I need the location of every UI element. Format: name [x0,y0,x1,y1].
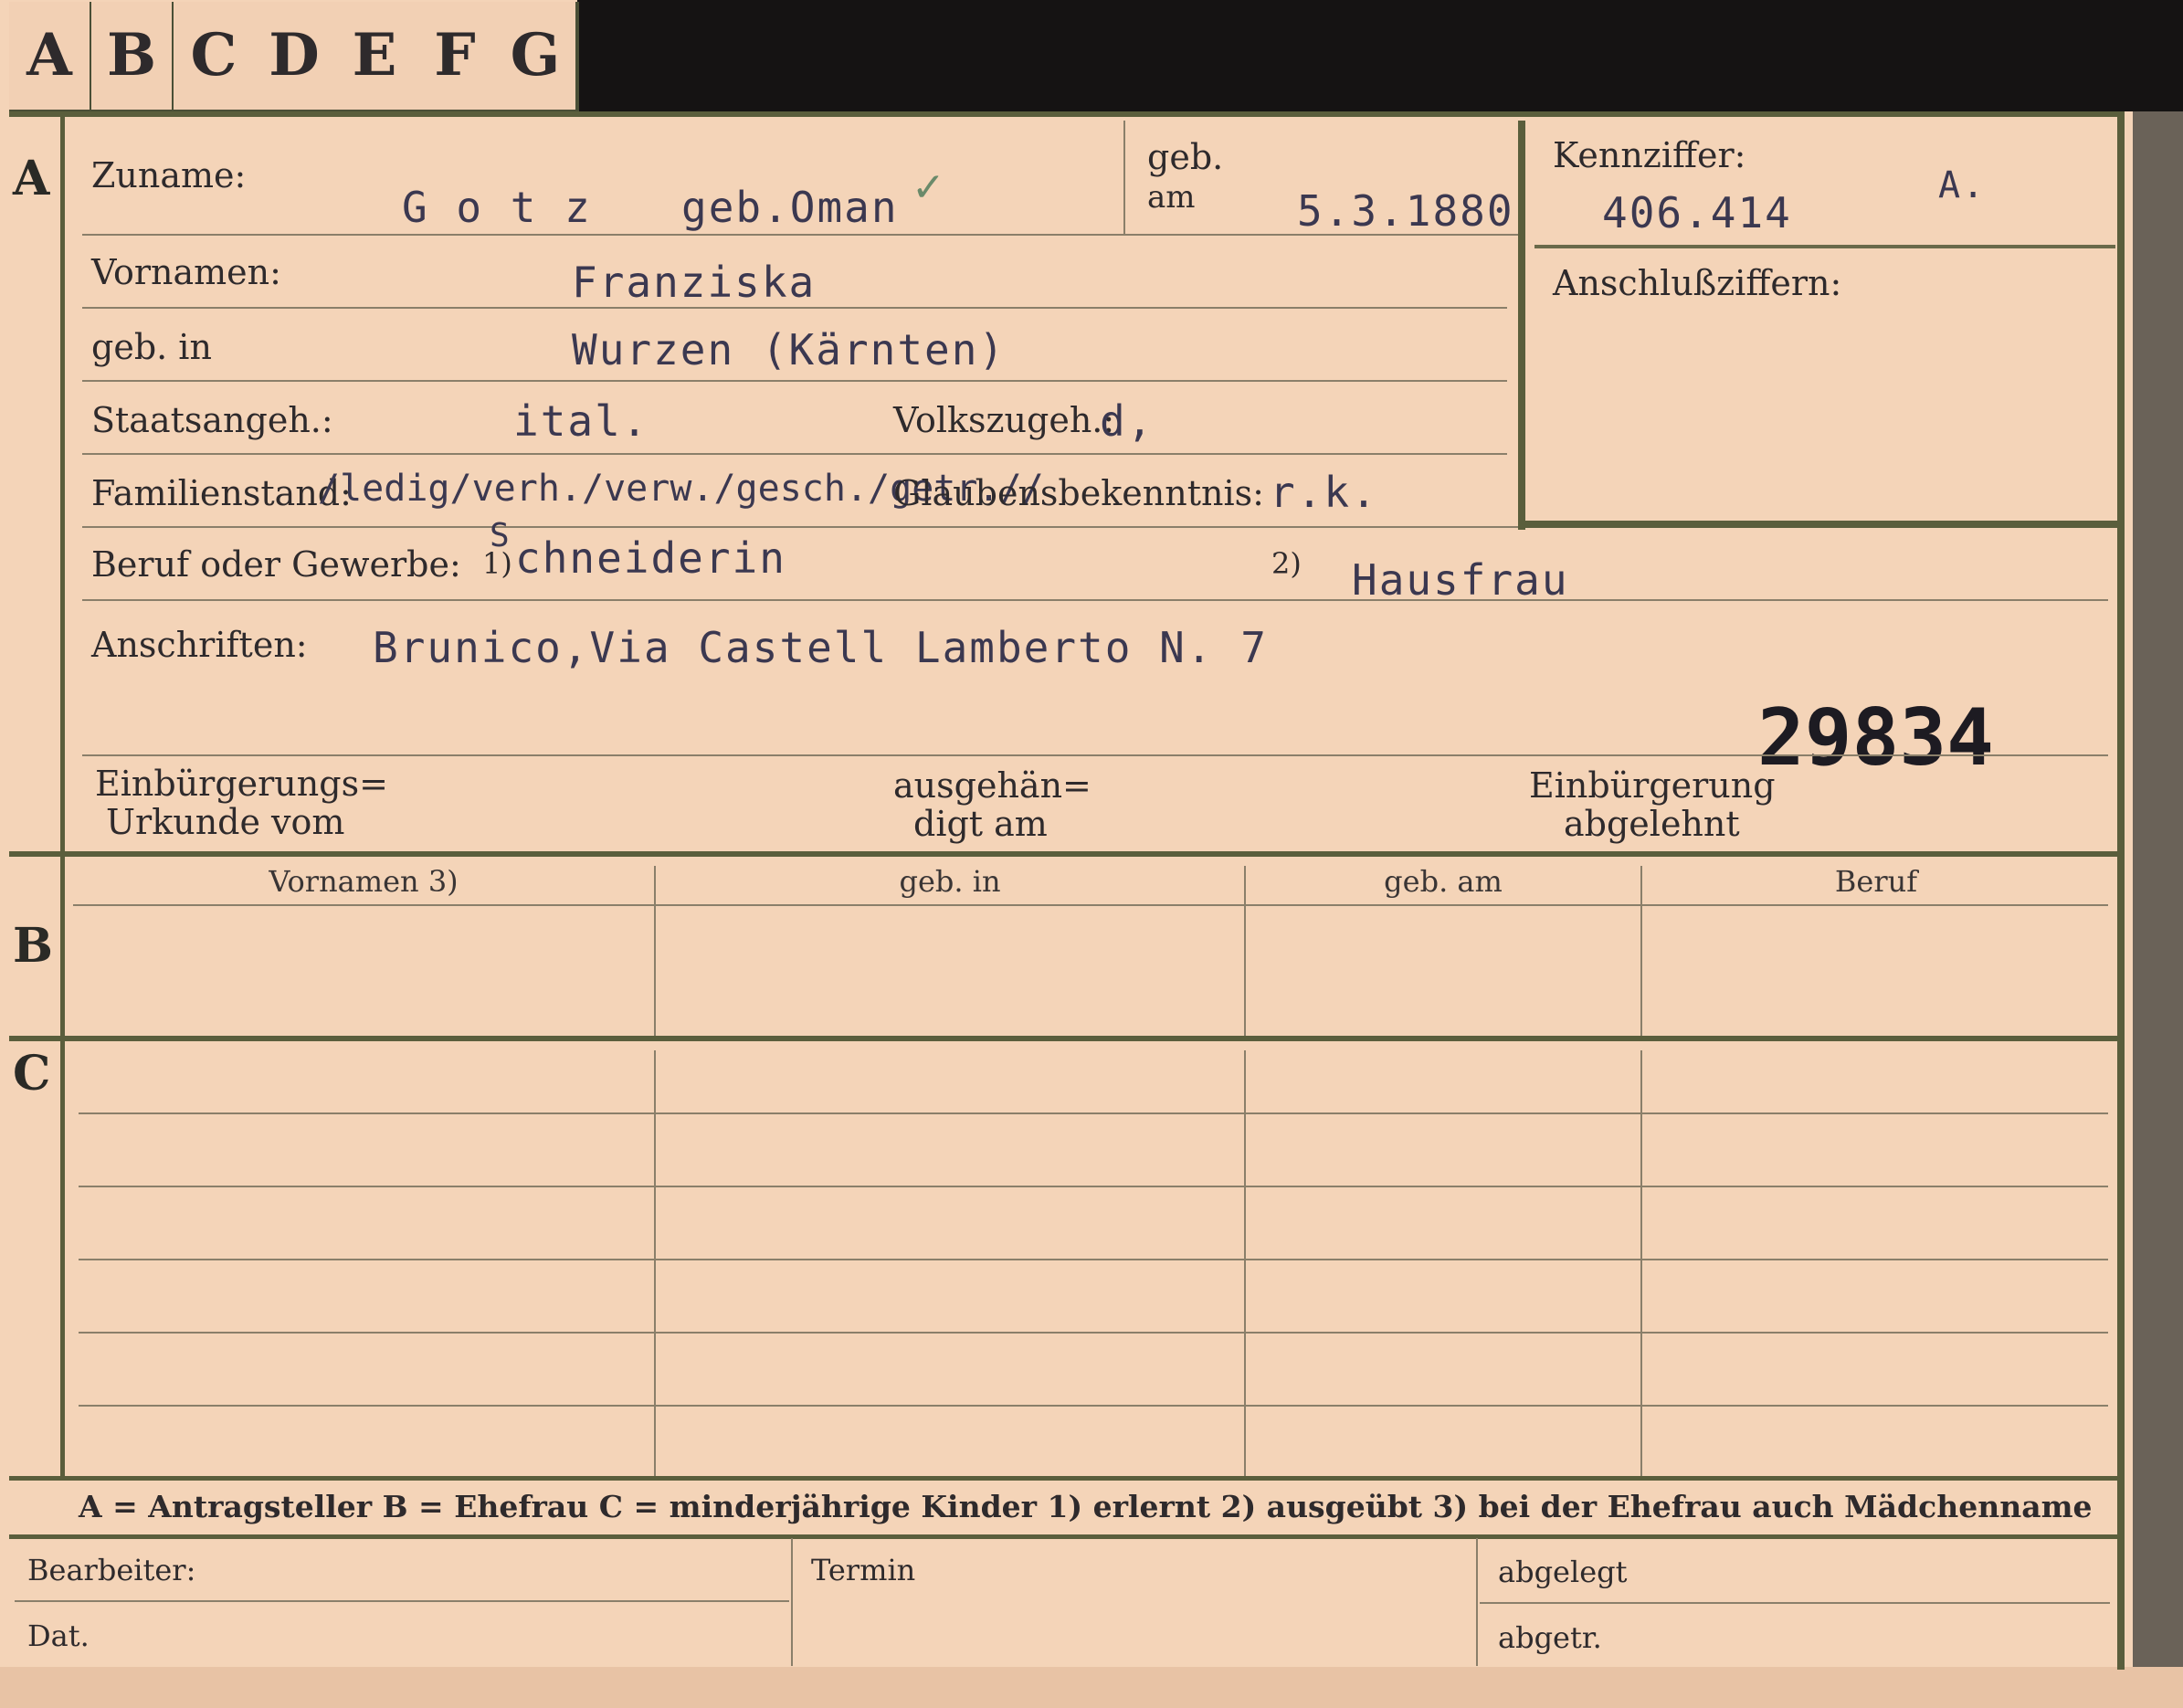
beruf-1-correction: S [490,517,511,554]
vornamen-value: Franziska [572,258,817,307]
tab-a: A [9,2,93,113]
table-b-header-geb-in: geb. in [899,864,1001,899]
volkszugeh-value: d, [1100,396,1155,446]
kennziffer-suffix: A. [1938,164,1987,206]
table-b-header-vornamen: Vornamen 3) [269,864,459,899]
geb-in-value: Wurzen (Kärnten) [572,325,1007,374]
bearbeiter-label: Bearbeiter: [27,1553,196,1587]
dat-label: Dat. [27,1618,90,1653]
section-a-label: A [13,151,50,206]
kennziffer-box-left [1518,121,1525,530]
table-c-row-line-5 [79,1405,2108,1407]
einbuergerungsurkunde-label-2: Urkunde vom [106,802,345,842]
legend: A = Antragsteller B = Ehefrau C = minder… [79,1489,2093,1524]
line-vornamen [82,307,1507,309]
am-label: am [1147,179,1196,216]
glaubensbekenntnis-value: r.k. [1270,468,1378,517]
geb-divider [1123,121,1125,234]
footer-divider-2 [1476,1538,1478,1666]
line-familienstand [82,526,1518,528]
anschriften-label: Anschriften: [91,625,308,665]
divider-b-c [9,1036,2125,1041]
check-mark-icon: ✓ [912,164,945,211]
note-2-marker: 2) [1271,546,1302,581]
frame-right [2117,117,2125,1670]
section-c-label: C [13,1046,51,1102]
tab-g: G [495,2,579,113]
ausgehaendigt-label-2: digt am [913,804,1048,844]
beruf-2-value: Hausfrau [1352,555,1569,605]
tab-e: E [334,2,418,113]
line-geb-in [82,380,1507,382]
kennziffer-value: 406.414 [1602,188,1792,237]
table-b-col-divider-3 [1640,866,1642,1036]
beruf-1-value: chneiderin [515,533,786,583]
anschlussziffern-label: Anschlußziffern: [1553,263,1842,303]
abgetr-label: abgetr. [1498,1620,1602,1655]
vornamen-label: Vornamen: [91,252,281,292]
footer-divider-1 [791,1538,793,1666]
einbuergerung-abgelehnt-label-2: abgelehnt [1564,804,1740,844]
table-c-row-line-1 [79,1112,2108,1114]
frame-left-inner [60,117,65,1478]
termin-label: Termin [811,1553,916,1587]
geb-label: geb. [1147,137,1224,177]
scan-background-right [2133,111,2183,1708]
section-b-label: B [13,918,53,974]
kennziffer-box-bottom [1518,521,2117,528]
glaubensbekenntnis-label: Glaubensbekenntnis: [893,473,1264,513]
divider-c-legend [9,1476,2125,1481]
tab-f: F [415,2,499,113]
abgelegt-line [1480,1602,2110,1604]
ausgehaendigt-label-1: ausgehän= [893,765,1092,806]
table-b-header-geb-am: geb. am [1384,864,1503,899]
anschriften-value: Brunico,Via Castell Lamberto N. 7 [373,623,1268,672]
line-beruf [82,599,2108,601]
abgelegt-label: abgelegt [1498,1555,1628,1589]
table-b-header-beruf: Beruf [1834,864,1918,899]
zuname-maiden-value: geb.Oman [681,183,899,232]
card-number: 29834 [1757,692,1994,784]
zuname-label: Zuname: [91,155,247,195]
einbuergerung-abgelehnt-label-1: Einbürgerung [1529,765,1776,806]
bearbeiter-line [15,1600,789,1602]
index-card: A B C D E F G A B C Kennziffer: 406.414 … [0,0,2183,1708]
volkszugeh-label: Volkszugeh.: [893,400,1115,440]
line-staatsangeh [82,453,1507,455]
familienstand-label: Familienstand: [91,473,352,513]
table-b-col-divider-2 [1244,866,1246,1036]
staatsangeh-label: Staatsangeh.: [91,400,333,440]
tab-d: D [254,2,338,113]
zuname-value: G o t z [402,183,592,232]
table-b-col-divider-1 [654,866,656,1036]
kennziffer-label: Kennziffer: [1553,135,1746,175]
einbuergerungsurkunde-label-1: Einbürgerungs= [95,764,388,804]
kennziffer-separator [1534,245,2115,248]
divider-legend-footer [9,1534,2125,1539]
table-c-row-line-3 [79,1259,2108,1260]
staatsangeh-value: ital. [513,396,649,446]
geb-am-value: 5.3.1880 [1297,186,1514,236]
line-anschriften [82,754,2108,756]
tab-c: C [174,2,258,113]
tab-b: B [91,2,175,113]
table-c-row-line-4 [79,1332,2108,1334]
table-b-header-line [73,904,2108,906]
line-zuname [82,234,1518,236]
beruf-label: Beruf oder Gewerbe: [91,544,461,585]
frame-top [9,111,2125,117]
card-bottom-margin [0,1667,2183,1708]
table-c-row-line-2 [79,1186,2108,1187]
divider-a-b [9,851,2125,857]
scan-background-top [577,0,2183,111]
geb-in-label: geb. in [91,327,212,367]
